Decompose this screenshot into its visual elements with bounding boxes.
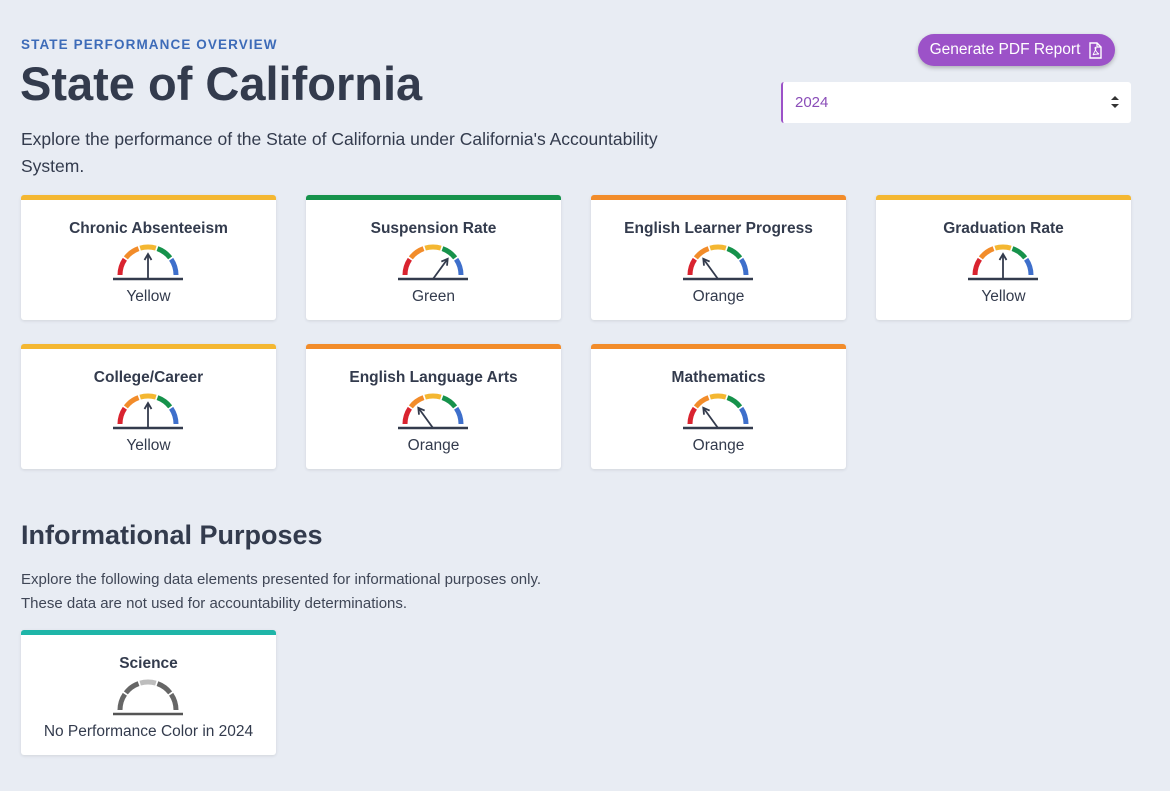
gauge-segment xyxy=(453,406,464,425)
generate-pdf-label: Generate PDF Report xyxy=(929,41,1081,58)
gauge-wrapper xyxy=(113,393,183,431)
indicator-status: Yellow xyxy=(126,437,171,454)
performance-gauge-icon xyxy=(113,244,183,281)
year-select[interactable]: 2024 xyxy=(781,82,1131,123)
indicator-status: Yellow xyxy=(126,288,171,305)
gauge-segment xyxy=(978,246,995,260)
gauge-segment xyxy=(168,257,179,276)
gauge-wrapper xyxy=(113,244,183,282)
indicator-card[interactable]: College/Career Yellow xyxy=(21,344,276,469)
gauge-segment xyxy=(168,406,179,425)
gauge-wrapper xyxy=(398,244,468,282)
gauge-segment xyxy=(168,692,179,711)
year-select-value: 2024 xyxy=(795,94,829,111)
gauge-segment xyxy=(726,395,743,409)
indicator-title: Science xyxy=(119,655,178,672)
indicator-status: No Performance Color in 2024 xyxy=(43,723,254,740)
indicator-title: English Language Arts xyxy=(349,369,518,386)
gauge-segment xyxy=(402,406,413,425)
gauge-segment xyxy=(693,395,710,409)
gauge-segment xyxy=(123,395,140,409)
gauge-segment xyxy=(424,393,442,400)
indicator-status: Green xyxy=(411,288,456,305)
gauge-segment xyxy=(424,244,442,251)
gauge-segment xyxy=(156,246,173,260)
indicator-card[interactable]: English Language Arts Orange xyxy=(306,344,561,469)
gauge-wrapper xyxy=(683,244,753,282)
gauge-segment xyxy=(139,393,157,400)
gauge-needle xyxy=(417,407,434,429)
indicator-title: Mathematics xyxy=(671,369,766,386)
indicator-card[interactable]: English Learner Progress Orange xyxy=(591,195,846,320)
gauge-segment xyxy=(408,246,425,260)
gauge-segment xyxy=(687,406,698,425)
gauge-segment xyxy=(709,393,727,400)
informational-description: Explore the following data elements pres… xyxy=(21,571,542,612)
gauge-segment xyxy=(1023,257,1034,276)
indicator-card[interactable]: Mathematics Orange xyxy=(591,344,846,469)
performance-gauge-icon xyxy=(683,393,753,430)
gauge-segment xyxy=(687,257,698,276)
gauge-segment xyxy=(402,257,413,276)
indicator-title: Chronic Absenteeism xyxy=(69,220,228,237)
indicator-card[interactable]: Science No Performance Color in 2024 xyxy=(21,630,276,755)
performance-gauge-icon xyxy=(398,244,468,281)
gauge-segment xyxy=(441,246,458,260)
gauge-segment xyxy=(738,406,749,425)
indicator-status: Orange xyxy=(692,437,745,454)
performance-gauge-icon xyxy=(398,393,468,430)
indicator-title: Graduation Rate xyxy=(943,220,1064,237)
gauge-segment xyxy=(156,395,173,409)
pdf-file-icon xyxy=(1089,41,1103,59)
gauge-wrapper xyxy=(968,244,1038,282)
indicator-title: English Learner Progress xyxy=(624,220,813,237)
informational-title: Informational Purposes xyxy=(21,520,323,550)
gauge-needle xyxy=(702,258,719,280)
page-title: State of California xyxy=(20,57,423,110)
gauge-segment xyxy=(123,681,140,695)
gauge-segment xyxy=(408,395,425,409)
gauge-segment xyxy=(693,246,710,260)
eyebrow-label: STATE PERFORMANCE OVERVIEW xyxy=(21,37,278,52)
gauge-segment xyxy=(117,406,128,425)
gauge-segment xyxy=(139,244,157,251)
indicator-card[interactable]: Chronic Absenteeism Yellow xyxy=(21,195,276,320)
indicator-card[interactable]: Suspension Rate Green xyxy=(306,195,561,320)
indicator-card[interactable]: Graduation Rate Yellow xyxy=(876,195,1131,320)
indicator-title: College/Career xyxy=(93,369,204,386)
gauge-segment xyxy=(441,395,458,409)
gauge-segment xyxy=(123,246,140,260)
intro-text: Explore the performance of the State of … xyxy=(21,129,658,176)
gauge-needle xyxy=(702,407,719,429)
indicator-title: Suspension Rate xyxy=(370,220,497,237)
performance-gauge-icon xyxy=(113,393,183,430)
gauge-segment xyxy=(453,257,464,276)
gauge-wrapper xyxy=(113,679,183,717)
performance-gauge-icon xyxy=(683,244,753,281)
no-color-gauge-icon xyxy=(113,679,183,716)
indicator-status: Yellow xyxy=(981,288,1026,305)
select-caret-icon xyxy=(1111,95,1119,109)
indicator-status: Orange xyxy=(407,437,460,454)
gauge-segment xyxy=(738,257,749,276)
gauge-segment xyxy=(972,257,983,276)
gauge-wrapper xyxy=(398,393,468,431)
gauge-segment xyxy=(117,257,128,276)
generate-pdf-button[interactable]: Generate PDF Report xyxy=(918,34,1115,66)
gauge-segment xyxy=(994,244,1012,251)
gauge-needle xyxy=(432,258,449,280)
indicator-status: Orange xyxy=(692,288,745,305)
gauge-segment xyxy=(1011,246,1028,260)
gauge-segment xyxy=(139,679,157,686)
gauge-segment xyxy=(156,681,173,695)
gauge-segment xyxy=(117,692,128,711)
gauge-segment xyxy=(709,244,727,251)
gauge-segment xyxy=(726,246,743,260)
gauge-wrapper xyxy=(683,393,753,431)
performance-gauge-icon xyxy=(968,244,1038,281)
